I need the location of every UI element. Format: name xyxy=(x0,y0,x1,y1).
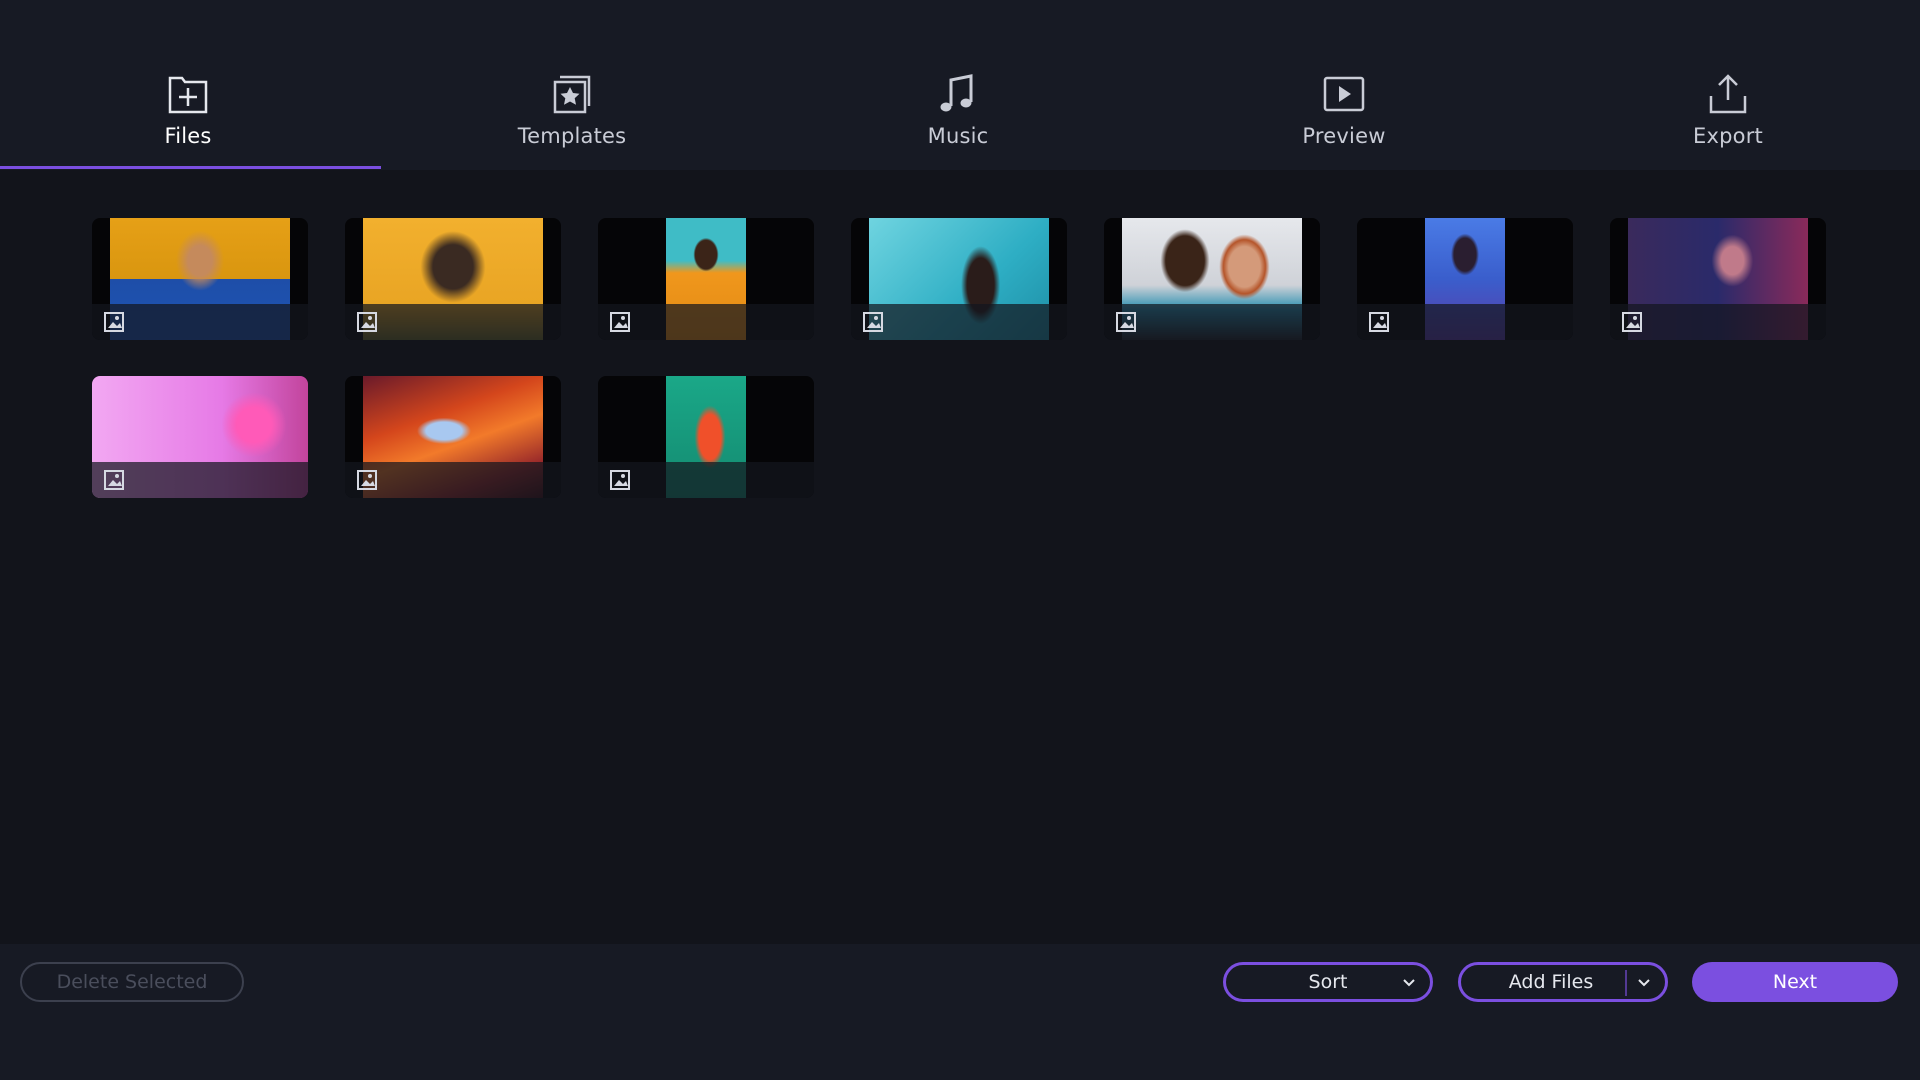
image-file-icon xyxy=(1369,312,1389,332)
templates-star-icon xyxy=(553,75,591,114)
media-thumbnail[interactable] xyxy=(345,218,561,340)
sort-dropdown[interactable]: Sort xyxy=(1223,962,1433,1002)
tab-preview-label: Preview xyxy=(1302,124,1386,148)
tab-music[interactable]: Music xyxy=(912,70,1004,170)
bottom-action-bar: Delete Selected Sort Add Files Next xyxy=(0,944,1920,1080)
chevron-down-icon xyxy=(1403,979,1415,987)
folder-plus-icon xyxy=(168,76,208,114)
chevron-down-icon[interactable] xyxy=(1637,976,1651,990)
tab-files-label: Files xyxy=(164,124,212,148)
media-thumbnail[interactable] xyxy=(851,218,1067,340)
add-files-button[interactable]: Add Files xyxy=(1458,962,1668,1002)
export-upload-icon xyxy=(1709,74,1747,114)
media-thumbnail[interactable] xyxy=(1357,218,1573,340)
add-files-label: Add Files xyxy=(1508,971,1594,993)
tab-files[interactable]: Files xyxy=(142,70,234,170)
media-thumbnail[interactable] xyxy=(1104,218,1320,340)
tab-export[interactable]: Export xyxy=(1682,70,1774,170)
image-file-icon xyxy=(104,470,124,490)
next-button[interactable]: Next xyxy=(1692,962,1898,1002)
split-button-divider xyxy=(1625,970,1627,996)
image-file-icon xyxy=(863,312,883,332)
media-thumbnail[interactable] xyxy=(598,218,814,340)
media-thumbnail[interactable] xyxy=(1610,218,1826,340)
image-file-icon xyxy=(357,312,377,332)
play-preview-icon xyxy=(1323,76,1365,112)
tab-templates-label: Templates xyxy=(517,124,627,148)
media-thumbnail[interactable] xyxy=(92,218,308,340)
music-note-icon xyxy=(940,74,973,112)
tab-templates[interactable]: Templates xyxy=(508,70,636,170)
image-file-icon xyxy=(357,470,377,490)
top-navigation: Files Templates Music Preview Export xyxy=(0,0,1920,170)
tab-preview[interactable]: Preview xyxy=(1298,70,1390,170)
media-thumbnail[interactable] xyxy=(92,376,308,498)
image-file-icon xyxy=(104,312,124,332)
image-file-icon xyxy=(1116,312,1136,332)
sort-label: Sort xyxy=(1308,971,1348,993)
image-file-icon xyxy=(610,312,630,332)
delete-selected-button[interactable]: Delete Selected xyxy=(20,962,244,1002)
media-thumbnail[interactable] xyxy=(598,376,814,498)
image-file-icon xyxy=(610,470,630,490)
tab-music-label: Music xyxy=(927,124,989,148)
image-file-icon xyxy=(1622,312,1642,332)
tab-export-label: Export xyxy=(1693,124,1763,148)
active-tab-indicator xyxy=(0,166,381,169)
media-thumbnail[interactable] xyxy=(345,376,561,498)
